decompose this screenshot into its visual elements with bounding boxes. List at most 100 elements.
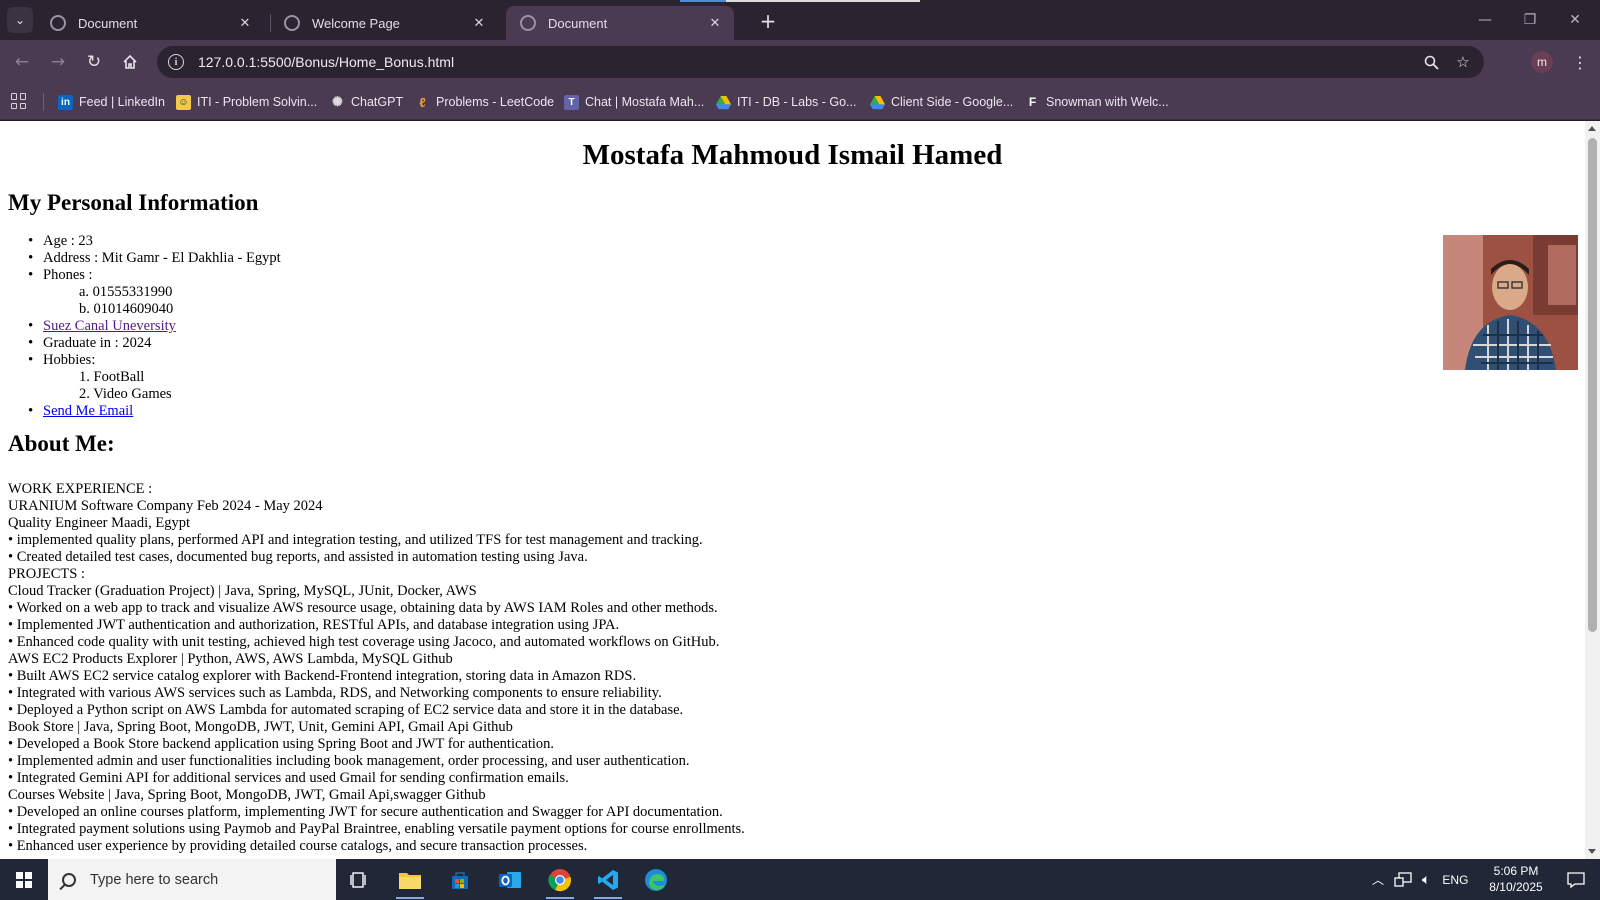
restore-button[interactable]: ❐ bbox=[1510, 8, 1550, 32]
file-explorer-icon[interactable] bbox=[386, 859, 434, 900]
chevron-up-icon[interactable]: ︿ bbox=[1372, 871, 1384, 888]
browser-toolbar: ← → ↻ i 127.0.0.1:5500/Bonus/Home_Bonus.… bbox=[0, 40, 1600, 84]
restore-icon: ❐ bbox=[1523, 12, 1537, 28]
bookmark-label: Client Side - Google... bbox=[891, 95, 1014, 109]
about-line: URANIUM Software Company Feb 2024 - May … bbox=[8, 498, 323, 514]
linkedin-icon: in bbox=[58, 94, 73, 110]
bookmarks-bar: in Feed | LinkedIn ☺ ITI - Problem Solvi… bbox=[0, 84, 1600, 120]
profile-avatar[interactable]: m bbox=[1531, 51, 1553, 73]
bookmark-iti-db-labs[interactable]: ITI - DB - Labs - Go... bbox=[716, 92, 856, 112]
site-info-icon[interactable]: i bbox=[168, 54, 184, 70]
minimize-icon: — bbox=[1478, 12, 1492, 28]
bookmark-label: ITI - Problem Solvin... bbox=[197, 95, 318, 109]
bookmark-client-side[interactable]: Client Side - Google... bbox=[870, 92, 1013, 112]
close-icon[interactable]: ✕ bbox=[236, 14, 254, 32]
back-button[interactable]: ← bbox=[8, 48, 36, 76]
bookmark-label: Problems - LeetCode bbox=[436, 95, 555, 109]
network-icon[interactable] bbox=[1394, 871, 1412, 888]
url-text[interactable]: 127.0.0.1:5500/Bonus/Home_Bonus.html bbox=[198, 54, 454, 70]
bookmark-star-icon[interactable]: ☆ bbox=[1451, 50, 1475, 74]
profile-photo bbox=[1443, 235, 1578, 370]
home-icon bbox=[123, 54, 137, 69]
tab-title: Welcome Page bbox=[312, 15, 400, 31]
bookmark-chatgpt[interactable]: ✺ ChatGPT bbox=[330, 92, 403, 112]
personal-info-heading: My Personal Information bbox=[8, 190, 259, 215]
page-title: Mostafa Mahmoud Ismail Hamed bbox=[582, 139, 1003, 171]
hobbies-label: Hobbies: bbox=[28, 352, 281, 369]
volume-icon[interactable]: 🔈︎ bbox=[1422, 871, 1430, 888]
about-line: Courses Website | Java, Spring Boot, Mon… bbox=[8, 787, 486, 803]
about-heading: About Me: bbox=[8, 431, 115, 456]
tab-document-active[interactable]: Document ✕ bbox=[506, 6, 734, 40]
about-line: • Built AWS EC2 service catalog explorer… bbox=[8, 668, 637, 684]
more-menu-icon[interactable]: ⋮ bbox=[1570, 50, 1590, 74]
bookmark-label: ITI - DB - Labs - Go... bbox=[737, 95, 857, 109]
tab-title: Document bbox=[78, 15, 138, 31]
university-link[interactable]: Suez Canal Uneversity bbox=[43, 318, 176, 334]
google-drive-icon bbox=[716, 95, 731, 109]
about-line: • Implemented admin and user functionali… bbox=[8, 753, 690, 769]
clock-time: 5:06 PM bbox=[1493, 864, 1539, 878]
about-line: • Created detailed test cases, documente… bbox=[8, 549, 588, 565]
scroll-up-arrow-icon[interactable] bbox=[1588, 126, 1596, 131]
bookmark-separator bbox=[43, 93, 44, 111]
bookmark-label: Feed | LinkedIn bbox=[79, 95, 165, 109]
about-line: • Integrated with various AWS services s… bbox=[8, 685, 662, 701]
close-icon[interactable]: ✕ bbox=[470, 14, 488, 32]
taskbar: Type here to search ︿ 🔈︎ ENG 5:06 PM 8/1… bbox=[0, 859, 1600, 900]
graduate-item: Graduate in : 2024 bbox=[28, 335, 281, 352]
address-bar[interactable]: i 127.0.0.1:5500/Bonus/Home_Bonus.html ☆ bbox=[157, 46, 1484, 78]
clock[interactable]: 5:06 PM 8/10/2025 bbox=[1476, 863, 1556, 895]
bookmark-snowman[interactable]: F Snowman with Welc... bbox=[1025, 92, 1169, 112]
minimize-button[interactable]: — bbox=[1465, 8, 1505, 32]
tab-welcome-page[interactable]: Welcome Page ✕ bbox=[270, 6, 498, 40]
taskbar-search[interactable]: Type here to search bbox=[48, 859, 336, 900]
bookmark-leetcode[interactable]: ℓ Problems - LeetCode bbox=[415, 92, 554, 112]
system-tray: ︿ 🔈︎ ENG bbox=[1372, 859, 1468, 900]
forward-button[interactable]: → bbox=[44, 48, 72, 76]
tab-document-1[interactable]: Document ✕ bbox=[36, 6, 264, 40]
language-indicator[interactable]: ENG bbox=[1442, 873, 1468, 887]
zoom-icon[interactable] bbox=[1419, 50, 1443, 74]
outlook-icon[interactable] bbox=[486, 859, 534, 900]
bookmark-linkedin[interactable]: in Feed | LinkedIn bbox=[58, 92, 165, 112]
about-line: Cloud Tracker (Graduation Project) | Jav… bbox=[8, 583, 477, 599]
bookmark-teams-chat[interactable]: T Chat | Mostafa Mah... bbox=[564, 92, 704, 112]
arrow-right-icon: → bbox=[50, 52, 66, 72]
iti-icon: ☺ bbox=[176, 94, 191, 110]
vscode-icon[interactable] bbox=[584, 859, 632, 900]
about-line: • Worked on a web app to track and visua… bbox=[8, 600, 718, 616]
about-line: • Integrated Gemini API for additional s… bbox=[8, 770, 569, 786]
reload-button[interactable]: ↻ bbox=[80, 48, 108, 76]
loading-bar bbox=[680, 0, 920, 2]
about-line: AWS EC2 Products Explorer | Python, AWS,… bbox=[8, 651, 453, 667]
bookmark-label: Chat | Mostafa Mah... bbox=[585, 95, 705, 109]
chrome-icon[interactable] bbox=[536, 859, 584, 900]
apps-grid-icon[interactable] bbox=[11, 93, 27, 109]
scrollbar-thumb[interactable] bbox=[1588, 138, 1597, 632]
bookmark-iti-problem-solving[interactable]: ☺ ITI - Problem Solvin... bbox=[176, 92, 317, 112]
hobby-item: 2. Video Games bbox=[79, 386, 172, 402]
page-viewport: Mostafa Mahmoud Ismail Hamed My Personal… bbox=[0, 121, 1585, 859]
scroll-down-arrow-icon[interactable] bbox=[1588, 849, 1596, 854]
task-view-icon[interactable] bbox=[336, 859, 384, 900]
send-email-link[interactable]: Send Me Email bbox=[43, 403, 133, 419]
hobby-item: 1. FootBall bbox=[79, 369, 145, 385]
tab-search-button[interactable]: ⌄ bbox=[7, 7, 33, 33]
home-button[interactable] bbox=[116, 48, 144, 76]
page-scrollbar[interactable] bbox=[1585, 121, 1600, 859]
new-tab-button[interactable]: + bbox=[756, 9, 780, 33]
close-icon: ✕ bbox=[1569, 12, 1581, 28]
about-line: • Developed an online courses platform, … bbox=[8, 804, 723, 820]
close-window-button[interactable]: ✕ bbox=[1555, 8, 1595, 32]
globe-icon bbox=[50, 15, 66, 31]
microsoft-store-icon[interactable] bbox=[436, 859, 484, 900]
about-line: • Integrated payment solutions using Pay… bbox=[8, 821, 745, 837]
edge-icon[interactable] bbox=[632, 859, 680, 900]
start-button[interactable] bbox=[0, 859, 48, 900]
globe-icon bbox=[520, 15, 536, 31]
close-icon[interactable]: ✕ bbox=[706, 14, 724, 32]
notifications-icon[interactable] bbox=[1552, 859, 1600, 900]
arrow-left-icon: ← bbox=[14, 52, 30, 72]
search-placeholder: Type here to search bbox=[90, 871, 219, 888]
